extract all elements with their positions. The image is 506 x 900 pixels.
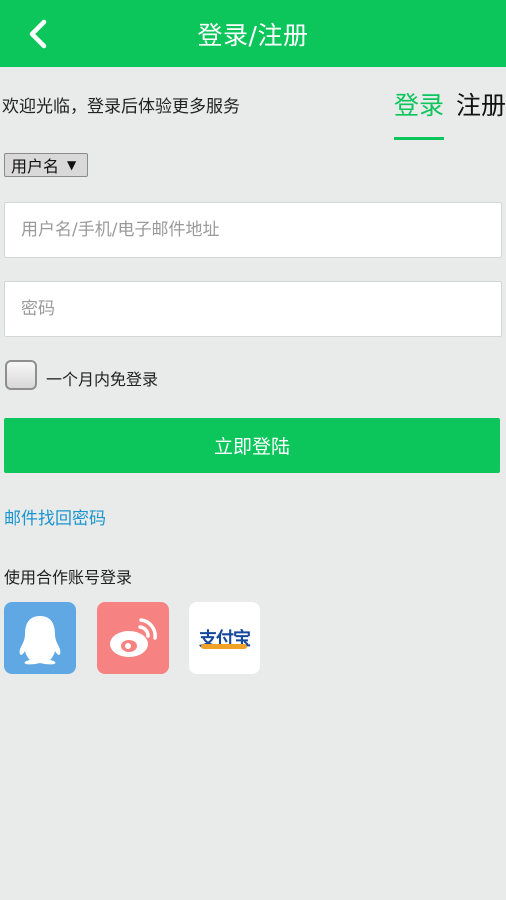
alipay-login-button[interactable]: 支付宝 (189, 602, 260, 674)
page-title: 登录/注册 (197, 20, 309, 50)
login-type-value: 用户名 (11, 157, 60, 176)
weibo-login-button[interactable] (97, 602, 169, 674)
active-tab-indicator (394, 137, 444, 140)
username-input[interactable] (4, 202, 502, 258)
remember-checkbox[interactable] (5, 360, 37, 390)
login-page: 登录/注册 欢迎光临，登录后体验更多服务 登录 注册 用户名 ▼ 一个月内免登录… (0, 0, 506, 900)
header-bar: 登录/注册 (0, 0, 506, 67)
tab-login[interactable]: 登录 (394, 88, 444, 124)
login-button[interactable]: 立即登陆 (4, 418, 500, 473)
login-type-select[interactable]: 用户名 ▼ (4, 153, 88, 177)
remember-label: 一个月内免登录 (46, 370, 159, 389)
dropdown-arrow-icon: ▼ (67, 158, 77, 172)
alipay-swoosh (201, 644, 247, 649)
qq-login-button[interactable] (4, 602, 76, 674)
tab-register[interactable]: 注册 (456, 88, 506, 124)
partner-login-title: 使用合作账号登录 (4, 568, 133, 587)
weibo-icon (110, 618, 157, 657)
qq-penguin-icon (19, 616, 61, 665)
password-input[interactable] (4, 281, 502, 337)
recover-password-link[interactable]: 邮件找回密码 (4, 504, 106, 529)
welcome-text: 欢迎光临，登录后体验更多服务 (2, 97, 240, 117)
